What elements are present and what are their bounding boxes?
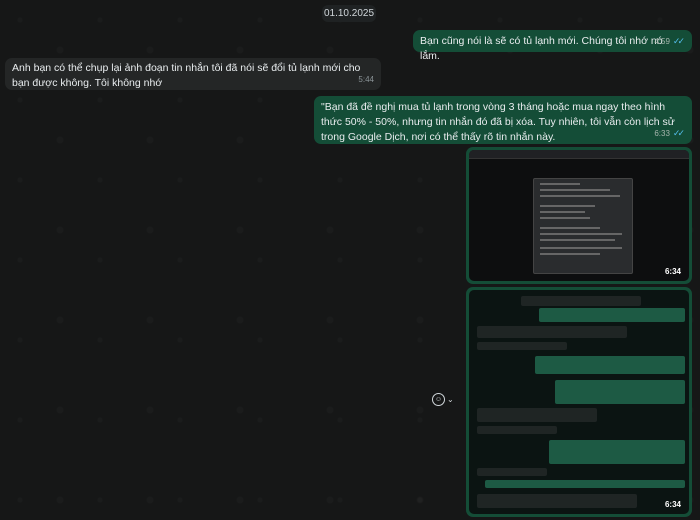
message-text: Bạn cũng nói là sẽ có tủ lạnh mới. Chúng…: [420, 35, 663, 62]
image-time: 6:34: [664, 267, 681, 276]
chevron-down-icon[interactable]: ⌄: [447, 395, 454, 404]
message-outgoing[interactable]: "Bạn đã đề nghị mua tủ lạnh trong vòng 3…: [314, 96, 692, 144]
smiley-icon[interactable]: ☺: [432, 393, 445, 406]
message-incoming[interactable]: Anh bạn có thể chụp lại ảnh đoạn tin nhắ…: [5, 58, 381, 90]
reaction-button[interactable]: ☺ ⌄: [432, 393, 454, 406]
message-time: 6:33: [654, 129, 670, 138]
browser-toolbar: [469, 150, 689, 159]
image-thumbnail[interactable]: 6:34: [469, 290, 689, 514]
message-text: "Bạn đã đề nghị mua tủ lạnh trong vòng 3…: [321, 101, 675, 143]
image-thumbnail[interactable]: 6:34: [469, 150, 689, 281]
dialog-graphic: [533, 178, 633, 274]
read-receipt-icon: ✓✓: [672, 128, 685, 138]
image-message[interactable]: 6:34: [466, 287, 692, 517]
date-divider: 01.10.2025: [322, 5, 376, 22]
image-message[interactable]: 6:34: [466, 147, 692, 284]
message-meta: 5:44: [358, 72, 374, 87]
message-meta: 4:59 ✓✓: [654, 34, 685, 49]
message-time: 4:59: [654, 37, 670, 46]
message-outgoing[interactable]: Bạn cũng nói là sẽ có tủ lạnh mới. Chúng…: [413, 30, 692, 62]
image-time: 6:34: [664, 500, 681, 509]
read-receipt-icon: ✓✓: [672, 36, 685, 46]
message-meta: 6:33 ✓✓: [654, 126, 685, 141]
message-text: Anh bạn có thể chụp lại ảnh đoạn tin nhắ…: [12, 62, 361, 89]
message-time: 5:44: [358, 75, 374, 84]
